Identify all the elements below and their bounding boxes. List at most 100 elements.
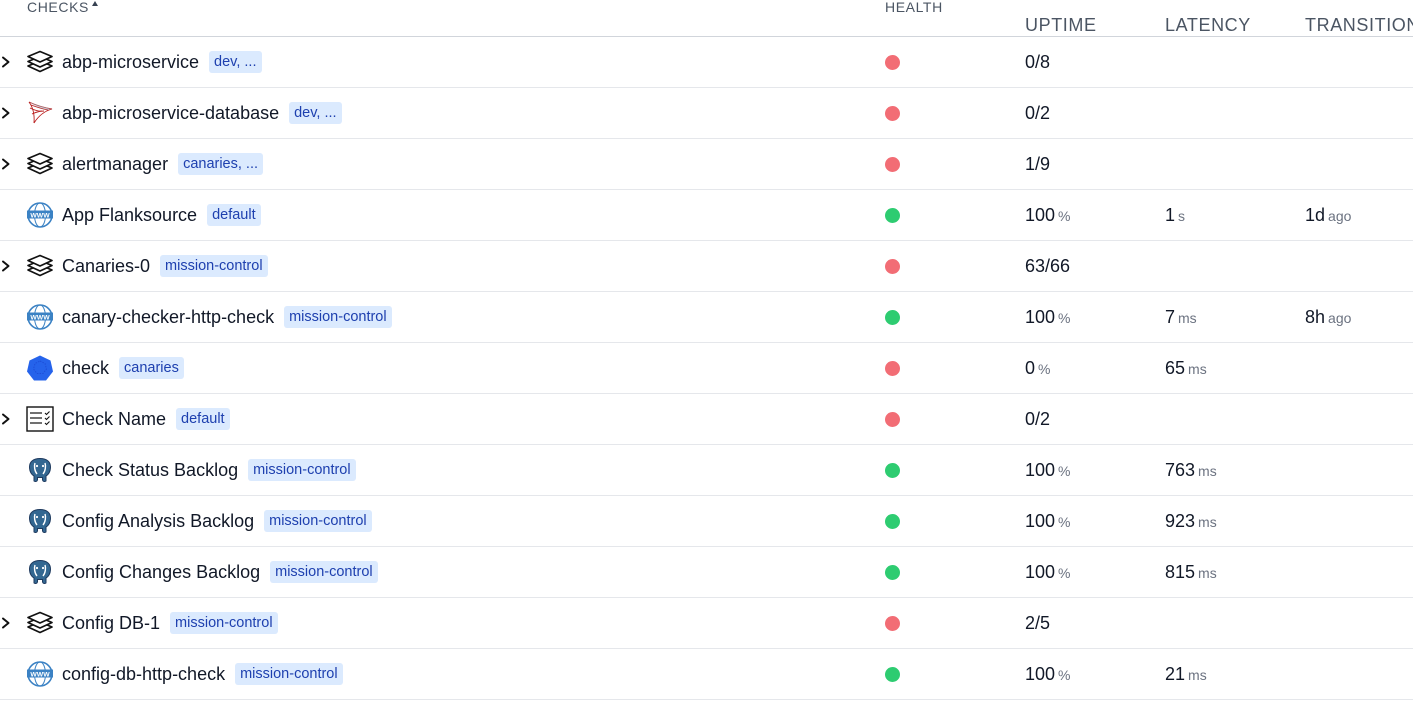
table-row[interactable]: Check Status Backlog mission-control 100% 7… [0,445,1413,496]
latency-unit: ms [1178,310,1197,326]
column-header-checks[interactable]: Checks [27,0,98,18]
uptime-cell: 1/9 [1025,139,1050,189]
svg-text:WWW: WWW [30,314,50,321]
table-row[interactable]: abp-microservice-database dev, ... 0/2 [0,88,1413,139]
latency-value: 763 [1165,460,1196,480]
uptime-unit: % [1058,208,1071,224]
check-name[interactable]: Check Status Backlog [62,460,238,481]
check-name-cell: Canaries-0 mission-control [62,241,268,291]
latency-cell: 1s [1165,190,1185,240]
latency-value: 923 [1165,511,1196,531]
table-row[interactable]: WWW canary-checker-http-check mission-cont… [0,292,1413,343]
uptime-unit: % [1058,667,1071,683]
check-name[interactable]: abp-microservice [62,52,199,73]
uptime-value: 100 [1025,664,1056,684]
uptime-value: 63/66 [1025,256,1071,276]
namespace-tag: canaries, ... [178,153,264,175]
latency-cell: 815 ms [1165,547,1217,597]
chevron-right-icon[interactable] [0,155,12,173]
table-row[interactable]: check canaries 0% 65 ms [0,343,1413,394]
uptime-value: 100 [1025,460,1056,480]
transition-cell: 1d ago [1305,190,1351,240]
health-status-dot [885,565,900,580]
table-row[interactable]: alertmanager canaries, ... 1/9 [0,139,1413,190]
check-name-cell: abp-microservice dev, ... [62,37,262,87]
postgres-icon [26,457,54,483]
latency-value: 7 [1165,307,1176,327]
chevron-right-icon[interactable] [0,53,12,71]
checks-table: Checks Health Uptime Latency Transition … [0,0,1413,700]
uptime-value: 100 [1025,562,1056,582]
transition-unit: ago [1328,208,1352,224]
table-row[interactable]: abp-microservice dev, ... 0/8 [0,37,1413,88]
layers-icon [26,253,54,279]
health-status-dot [885,106,900,121]
latency-value: 21 [1165,664,1186,684]
check-name[interactable]: Check Name [62,409,166,430]
uptime-cell: 100% [1025,496,1071,546]
health-status-dot [885,667,900,682]
www-icon: WWW [26,304,54,330]
table-row[interactable]: Config DB-1 mission-control 2/5 [0,598,1413,649]
table-row[interactable]: Config Analysis Backlog mission-control 10… [0,496,1413,547]
check-name-cell: abp-microservice-database dev, ... [62,88,342,138]
transition-unit: ago [1328,310,1352,326]
chevron-right-icon[interactable] [0,614,12,632]
check-name[interactable]: Config DB-1 [62,613,160,634]
check-name-cell: Check Name default [62,394,230,444]
latency-value: 65 [1165,358,1186,378]
check-name-cell: Config Changes Backlog mission-control [62,547,378,597]
check-name[interactable]: Canaries-0 [62,256,150,277]
svg-text:WWW: WWW [30,671,50,678]
check-name[interactable]: check [62,358,109,379]
postgres-icon [26,559,54,585]
health-status-dot [885,616,900,631]
latency-unit: ms [1188,667,1207,683]
table-row[interactable]: Check Name default 0/2 [0,394,1413,445]
check-name-cell: check canaries [62,343,184,393]
uptime-value: 0 [1025,358,1036,378]
table-row[interactable]: Canaries-0 mission-control 63/66 [0,241,1413,292]
check-name[interactable]: Config Changes Backlog [62,562,260,583]
table-row[interactable]: WWW config-db-http-check mission-control 10… [0,649,1413,700]
chevron-right-icon[interactable] [0,104,12,122]
latency-unit: ms [1198,514,1217,530]
chevron-right-icon[interactable] [0,410,12,428]
table-row[interactable]: Config Changes Backlog mission-control 100… [0,547,1413,598]
table-row[interactable]: WWW App Flanksource default 100% 1 s 1d ago [0,190,1413,241]
check-name-cell: Config Analysis Backlog mission-control [62,496,372,546]
chevron-right-icon[interactable] [0,257,12,275]
health-status-dot [885,412,900,427]
health-status-dot [885,208,900,223]
transition-cell: 8h ago [1305,292,1351,342]
health-status-dot [885,259,900,274]
column-header-checks-label: Checks [27,0,89,15]
check-name[interactable]: App Flanksource [62,205,197,226]
check-name[interactable]: canary-checker-http-check [62,307,274,328]
latency-cell: 923 ms [1165,496,1217,546]
uptime-cell: 0/2 [1025,88,1050,138]
kubernetes-icon [26,355,54,381]
namespace-tag: mission-control [235,663,343,685]
uptime-unit: % [1038,361,1051,377]
svg-text:WWW: WWW [30,212,50,219]
latency-cell: 763 ms [1165,445,1217,495]
latency-cell: 7 ms [1165,292,1197,342]
check-name[interactable]: alertmanager [62,154,168,175]
check-name[interactable]: config-db-http-check [62,664,225,685]
uptime-cell: 2/5 [1025,598,1050,648]
check-name[interactable]: Config Analysis Backlog [62,511,254,532]
health-status-dot [885,361,900,376]
uptime-unit: % [1058,514,1071,530]
latency-unit: s [1178,208,1186,224]
latency-cell: 65 ms [1165,343,1207,393]
latency-value: 1 [1165,205,1176,225]
transition-value: 1d [1305,205,1326,225]
uptime-cell: 100% [1025,190,1071,240]
check-name[interactable]: abp-microservice-database [62,103,279,124]
transition-value: 8h [1305,307,1326,327]
latency-value: 815 [1165,562,1196,582]
health-status-dot [885,463,900,478]
column-header-health[interactable]: Health [885,0,943,18]
namespace-tag: default [176,408,230,430]
